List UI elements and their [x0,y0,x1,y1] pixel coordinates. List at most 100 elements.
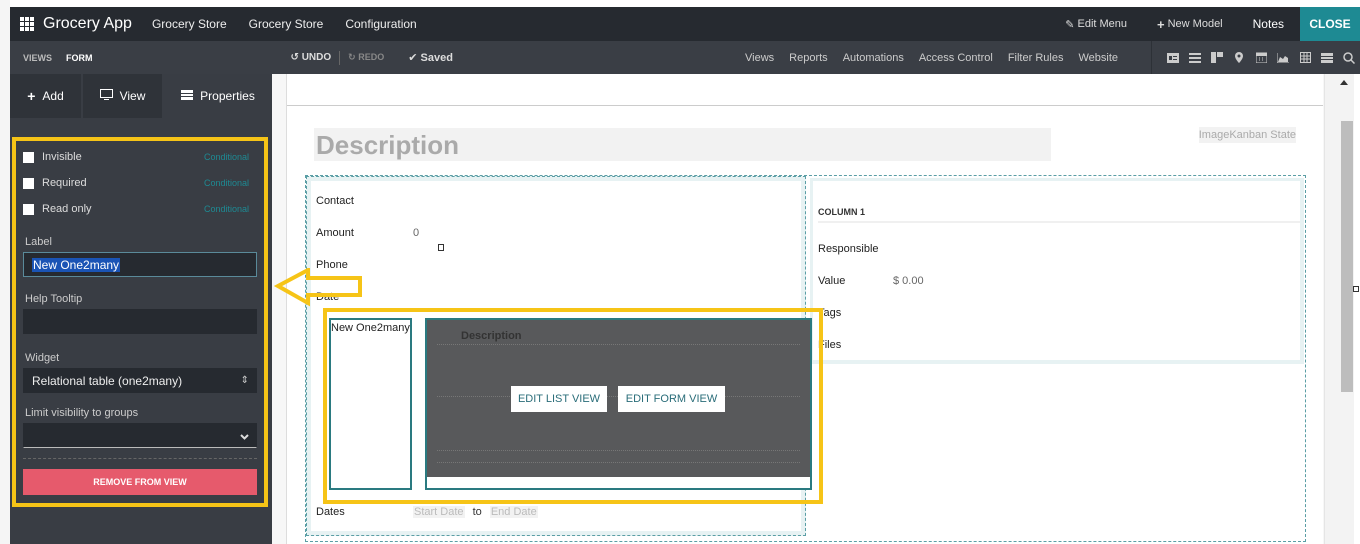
help-tooltip-label: Help Tooltip [25,293,83,305]
kanban-view-icon[interactable] [1211,52,1223,64]
app-title[interactable]: Grocery App [43,15,132,33]
top-navbar: Grocery App Grocery Store Grocery Store … [10,7,1360,41]
pivot-view-icon[interactable] [1299,52,1311,64]
monitor-icon [99,89,113,103]
new-model-label: New Model [1167,18,1223,30]
dates-range: Start Date to End Date [413,506,538,518]
field-amount-label[interactable]: Amount [316,227,354,239]
required-conditional-link[interactable]: Conditional [204,178,249,188]
nav-reports[interactable]: Reports [789,52,828,64]
form-statusbar [287,74,1323,106]
column-header: COLUMN 1 [818,207,1300,223]
tab-add-label: Add [42,89,64,103]
field-widget-icon [438,244,444,251]
check-icon: ✔ [408,52,418,64]
close-button[interactable]: CLOSE [1300,7,1360,41]
form-sheet: Description ImageKanban State Contact Am… [286,74,1323,544]
sidebar-tabs: + Add View Properties [10,74,272,118]
redo-label: REDO [358,52,385,62]
field-contact-label[interactable]: Contact [316,195,354,207]
menu-grocery-store-2[interactable]: Grocery Store [249,17,324,31]
readonly-conditional-link[interactable]: Conditional [204,204,249,214]
new-model-button[interactable]: + New Model [1157,17,1223,32]
one2many-overlay: Description EDIT LIST VIEW EDIT FORM VIE… [427,320,810,477]
pencil-icon: ✎ [1065,18,1075,31]
menu-configuration[interactable]: Configuration [345,17,416,31]
cohort-view-icon[interactable] [1321,52,1333,64]
edit-menu-button[interactable]: ✎ Edit Menu [1065,18,1127,31]
calendar-view-icon[interactable] [1255,52,1267,64]
invisible-conditional-link[interactable]: Conditional [204,152,249,162]
apps-grid-icon[interactable] [20,17,34,31]
breadcrumb-views[interactable]: VIEWS [23,53,52,63]
help-tooltip-input[interactable] [23,309,257,334]
edit-menu-label: Edit Menu [1077,18,1128,30]
map-view-icon[interactable] [1233,52,1245,64]
one2many-field-label[interactable]: New One2many [329,318,412,490]
studio-toolbar: VIEWS FORM ↺ UNDO ↻ REDO ✔ Saved Views R… [10,41,1360,74]
field-dates-label[interactable]: Dates [316,506,345,518]
breadcrumb-form: FORM [66,52,93,63]
nav-filter-rules[interactable]: Filter Rules [1008,52,1064,64]
invisible-option: Invisible Conditional [16,144,264,170]
notes-button[interactable]: Notes [1253,17,1284,31]
groups-label: Limit visibility to groups [25,407,139,419]
updown-chevron-icon: ⇕ [240,375,249,386]
redo-button[interactable]: ↻ REDO [348,52,384,63]
plus-icon: + [1157,16,1165,32]
label-input-value: New One2many [32,257,121,272]
tab-view-label: View [119,89,146,103]
tab-properties-label: Properties [200,89,255,103]
readonly-option: Read only Conditional [16,196,264,222]
edit-form-view-button[interactable]: EDIT FORM VIEW [618,386,725,412]
readonly-checkbox[interactable] [23,203,34,215]
divider [339,50,341,65]
studio-window: Grocery App Grocery Store Grocery Store … [0,0,1360,544]
required-checkbox[interactable] [23,177,34,189]
graph-view-icon[interactable] [1277,52,1289,64]
widget-select[interactable]: Relational table (one2many) ⇕ [23,368,257,393]
resize-handle[interactable] [1353,286,1359,292]
search-view-icon[interactable] [1343,51,1355,64]
dates-to-label: to [472,506,482,518]
scrollbar-thumb[interactable] [1341,121,1353,392]
redo-icon: ↻ [348,52,356,62]
remove-from-view-button[interactable]: REMOVE FROM VIEW [23,469,257,495]
start-date-input[interactable]: Start Date [413,506,465,518]
tab-add[interactable]: + Add [10,74,83,118]
label-input[interactable]: New One2many [23,252,257,277]
scroll-up-icon[interactable] [1340,80,1348,85]
menu-grocery-store-1[interactable]: Grocery Store [152,17,227,31]
one2many-field[interactable]: Description EDIT LIST VIEW EDIT FORM VIE… [425,318,812,490]
groups-select[interactable] [23,423,257,448]
list-view-icon[interactable] [1189,52,1201,64]
required-option: Required Conditional [16,170,264,196]
nav-website[interactable]: Website [1078,52,1118,64]
undo-button[interactable]: ↺ UNDO [291,52,332,63]
readonly-label: Read only [42,203,92,215]
field-responsible-label[interactable]: Responsible [818,243,879,255]
invisible-label: Invisible [42,151,82,163]
plus-icon: + [27,88,36,104]
invisible-checkbox[interactable] [23,151,34,163]
nav-access-control[interactable]: Access Control [919,52,993,64]
tab-properties[interactable]: Properties [164,74,272,118]
edit-list-view-button[interactable]: EDIT LIST VIEW [511,386,607,412]
form-canvas: Description ImageKanban State Contact Am… [272,74,1324,544]
kanban-state-field[interactable]: ImageKanban State [1198,127,1296,143]
field-value-label[interactable]: Value [818,275,845,287]
saved-label: Saved [420,52,453,64]
one2many-column-header: Description [461,330,522,342]
tab-view[interactable]: View [83,74,164,118]
label-field-label: Label [25,236,52,248]
required-label: Required [42,177,87,189]
field-value-value: $ 0.00 [893,275,924,287]
divider [23,458,257,459]
form-view-icon[interactable] [1167,52,1179,64]
vertical-scrollbar[interactable] [1324,74,1354,544]
chevron-down-icon [240,429,249,443]
nav-automations[interactable]: Automations [843,52,904,64]
end-date-input[interactable]: End Date [489,506,538,518]
title-field[interactable]: Description [314,128,1051,161]
nav-views[interactable]: Views [745,52,774,64]
